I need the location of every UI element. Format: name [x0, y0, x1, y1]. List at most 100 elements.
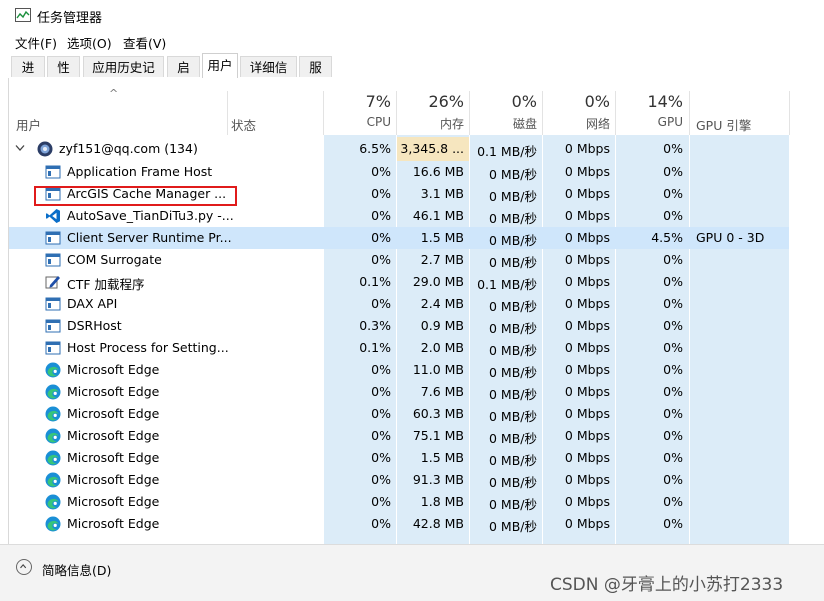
ctf-pen-icon	[45, 274, 61, 290]
column-header-memory[interactable]: 内存	[400, 115, 464, 132]
process-gpu: 0%	[663, 318, 683, 333]
table-row[interactable]: Microsoft Edge 0% 60.3 MB 0 MB/秒 0 Mbps 0%	[9, 403, 789, 425]
column-header-user[interactable]: 用户	[16, 115, 41, 134]
column-header-gpu[interactable]: GPU	[619, 115, 683, 129]
table-row[interactable]: AutoSave_TianDiTu3.py -... 0% 46.1 MB 0 MB/…	[9, 205, 789, 227]
edge-icon	[45, 450, 61, 466]
process-gpu: 0%	[663, 516, 683, 531]
process-gpu: 4.5%	[651, 230, 683, 245]
title-bar[interactable]	[0, 0, 824, 30]
app-window-icon	[45, 296, 61, 312]
process-cpu: 0%	[371, 164, 391, 179]
table-row[interactable]: Client Server Runtime Pr... 0% 1.5 MB 0 MB/…	[9, 227, 789, 249]
user-avatar-icon	[37, 141, 53, 157]
table-row[interactable]: Microsoft Edge 0% 1.5 MB 0 MB/秒 0 Mbps 0%	[9, 447, 789, 469]
column-header-network[interactable]: 网络	[546, 115, 610, 132]
process-network: 0 Mbps	[564, 494, 610, 509]
menu-file[interactable]: 文件(F)	[15, 33, 57, 52]
process-name: Microsoft Edge	[67, 406, 160, 421]
menu-view[interactable]: 查看(V)	[123, 33, 166, 52]
app-window-icon	[45, 252, 61, 268]
process-memory: 91.3 MB	[412, 472, 464, 487]
process-memory: 1.8 MB	[420, 494, 464, 509]
process-network: 0 Mbps	[564, 472, 610, 487]
users-table: ^ 用户 状态 7% CPU 26% 内存 0% 磁盘 0% 网络 14% GP…	[8, 78, 824, 544]
process-memory: 42.8 MB	[412, 516, 464, 531]
column-header-cpu[interactable]: CPU	[327, 115, 391, 129]
tab-app-history[interactable]: 应用历史记录	[83, 56, 164, 96]
process-name: DSRHost	[67, 318, 122, 333]
process-network: 0 Mbps	[564, 164, 610, 179]
tab-services[interactable]: 服务	[299, 56, 332, 96]
tab-performance[interactable]: 性能	[47, 56, 80, 96]
process-disk: 0 MB/秒	[489, 255, 537, 270]
network-total-pct: 0%	[584, 92, 610, 111]
app-window-icon	[45, 340, 61, 356]
process-cpu: 0%	[371, 362, 391, 377]
process-network: 0 Mbps	[564, 274, 610, 289]
tab-users[interactable]: 用户	[202, 53, 238, 78]
process-disk: 0 MB/秒	[489, 453, 537, 468]
process-gpu: 0%	[663, 406, 683, 421]
column-header-status[interactable]: 状态	[231, 115, 256, 134]
process-memory: 2.0 MB	[420, 340, 464, 355]
process-disk: 0 MB/秒	[489, 409, 537, 424]
cpu-total-pct: 7%	[365, 92, 391, 111]
process-cpu: 0%	[371, 450, 391, 465]
process-disk: 0 MB/秒	[489, 497, 537, 512]
process-disk: 0 MB/秒	[489, 475, 537, 490]
process-cpu: 0%	[371, 208, 391, 223]
edge-icon	[45, 494, 61, 510]
process-name: Microsoft Edge	[67, 450, 160, 465]
tab-startup[interactable]: 启动	[167, 56, 200, 96]
process-name: CTF 加载程序	[67, 277, 145, 292]
process-network: 0 Mbps	[564, 428, 610, 443]
highlight-box	[34, 186, 237, 206]
process-cpu: 0%	[371, 384, 391, 399]
process-disk: 0 MB/秒	[489, 387, 537, 402]
menu-options[interactable]: 选项(O)	[67, 33, 112, 52]
column-divider	[542, 91, 543, 135]
table-row[interactable]: DAX API 0% 2.4 MB 0 MB/秒 0 Mbps 0%	[9, 293, 789, 315]
user-group-row[interactable]: zyf151@qq.com (134) 6.5% 3,345.8 ... 0.1…	[9, 137, 789, 161]
table-row[interactable]: COM Surrogate 0% 2.7 MB 0 MB/秒 0 Mbps 0%	[9, 249, 789, 271]
process-network: 0 Mbps	[564, 208, 610, 223]
table-row[interactable]: Application Frame Host 0% 16.6 MB 0 MB/秒 0 M…	[9, 161, 789, 183]
disk-total-pct: 0%	[511, 92, 537, 111]
column-divider	[615, 91, 616, 135]
tab-processes[interactable]: 进程	[11, 56, 45, 96]
process-gpu: 0%	[663, 340, 683, 355]
column-divider	[689, 91, 690, 135]
process-cpu: 0%	[371, 472, 391, 487]
table-row[interactable]: Microsoft Edge 0% 75.1 MB 0 MB/秒 0 Mbps 0%	[9, 425, 789, 447]
process-name: AutoSave_TianDiTu3.py -...	[67, 208, 234, 223]
table-row[interactable]: Microsoft Edge 0% 7.6 MB 0 MB/秒 0 Mbps 0%	[9, 381, 789, 403]
process-gpu: 0%	[663, 274, 683, 289]
table-row[interactable]: Microsoft Edge 0% 42.8 MB 0 MB/秒 0 Mbps 0%	[9, 513, 789, 535]
process-disk: 0 MB/秒	[489, 519, 537, 534]
process-network: 0 Mbps	[564, 406, 610, 421]
process-memory: 3.1 MB	[420, 186, 464, 201]
table-row[interactable]: Host Process for Setting... 0.1% 2.0 MB 0 M…	[9, 337, 789, 359]
process-name: Microsoft Edge	[67, 494, 160, 509]
table-row[interactable]: Microsoft Edge 0% 11.0 MB 0 MB/秒 0 Mbps 0%	[9, 359, 789, 381]
fewer-details-button[interactable]: 简略信息(D)	[42, 560, 111, 579]
process-memory: 2.4 MB	[420, 296, 464, 311]
collapse-details-icon[interactable]	[16, 559, 32, 575]
process-gpu: 0%	[663, 208, 683, 223]
table-row[interactable]: Microsoft Edge 0% 1.8 MB 0 MB/秒 0 Mbps 0%	[9, 491, 789, 513]
process-disk: 0 MB/秒	[489, 189, 537, 204]
process-cpu: 0.1%	[359, 274, 391, 289]
chevron-down-icon[interactable]	[15, 144, 25, 152]
tab-details[interactable]: 详细信息	[240, 56, 297, 96]
process-disk: 0 MB/秒	[489, 167, 537, 182]
process-name: Microsoft Edge	[67, 516, 160, 531]
column-header-disk[interactable]: 磁盘	[473, 115, 537, 132]
table-row[interactable]: CTF 加载程序 0.1% 29.0 MB 0.1 MB/秒 0 Mbps 0%	[9, 271, 789, 293]
table-row[interactable]: Microsoft Edge 0% 91.3 MB 0 MB/秒 0 Mbps 0%	[9, 469, 789, 491]
process-name: Microsoft Edge	[67, 384, 160, 399]
process-cpu: 0%	[371, 494, 391, 509]
table-row[interactable]: DSRHost 0.3% 0.9 MB 0 MB/秒 0 Mbps 0%	[9, 315, 789, 337]
app-window-icon	[45, 230, 61, 246]
column-header-gpu-engine[interactable]: GPU 引擎	[696, 115, 751, 134]
